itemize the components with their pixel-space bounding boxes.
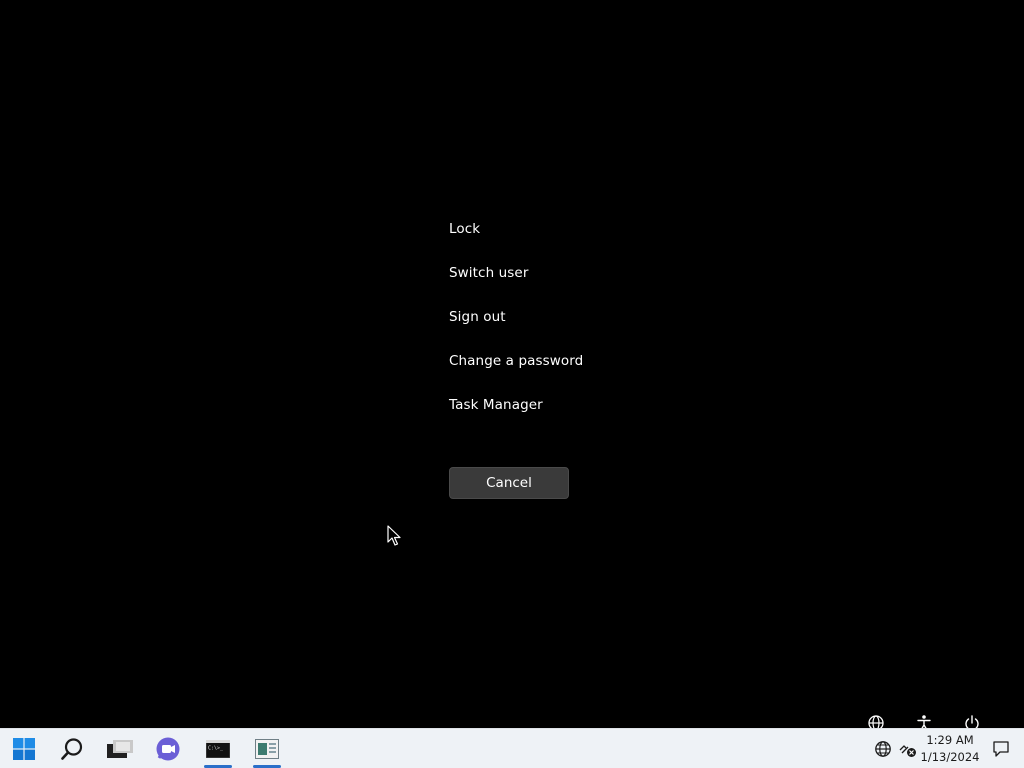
network-icon[interactable]	[867, 714, 885, 728]
file-explorer-button[interactable]	[102, 733, 138, 765]
mouse-cursor-icon	[387, 525, 401, 546]
search-button[interactable]	[54, 733, 90, 765]
switch-user-option[interactable]: Switch user	[449, 262, 629, 284]
globe-icon[interactable]	[874, 740, 892, 758]
windows-logo-icon	[13, 738, 35, 760]
cancel-button[interactable]: Cancel	[449, 467, 569, 499]
security-options-menu: Lock Switch user Sign out Change a passw…	[449, 218, 629, 438]
start-button[interactable]	[6, 733, 42, 765]
power-icon[interactable]	[963, 714, 981, 728]
teams-chat-button[interactable]	[150, 733, 186, 765]
sign-out-option[interactable]: Sign out	[449, 306, 629, 328]
chat-icon	[156, 737, 180, 761]
task-manager-option[interactable]: Task Manager	[449, 394, 629, 416]
network-disconnected-icon[interactable]	[899, 740, 917, 758]
clock-date: 1/13/2024	[920, 750, 980, 764]
terminal-icon: C:\>_	[206, 740, 230, 758]
taskbar-clock[interactable]: 1:29 AM 1/13/2024	[916, 732, 984, 766]
folder-icon	[107, 740, 133, 758]
notification-icon[interactable]	[992, 740, 1010, 758]
app-window-icon	[255, 739, 279, 759]
change-password-option[interactable]: Change a password	[449, 350, 629, 372]
app-window-button[interactable]	[249, 733, 285, 768]
lock-option[interactable]: Lock	[449, 218, 629, 240]
accessibility-icon[interactable]	[915, 714, 933, 728]
security-options-screen: Lock Switch user Sign out Change a passw…	[0, 0, 1024, 768]
search-icon	[61, 738, 83, 760]
taskbar: C:\>_ 1:29 AM 1/13/2024	[0, 728, 1024, 768]
svg-text:C:\>_: C:\>_	[208, 746, 224, 752]
terminal-button[interactable]: C:\>_	[200, 733, 236, 768]
clock-time: 1:29 AM	[926, 733, 974, 747]
